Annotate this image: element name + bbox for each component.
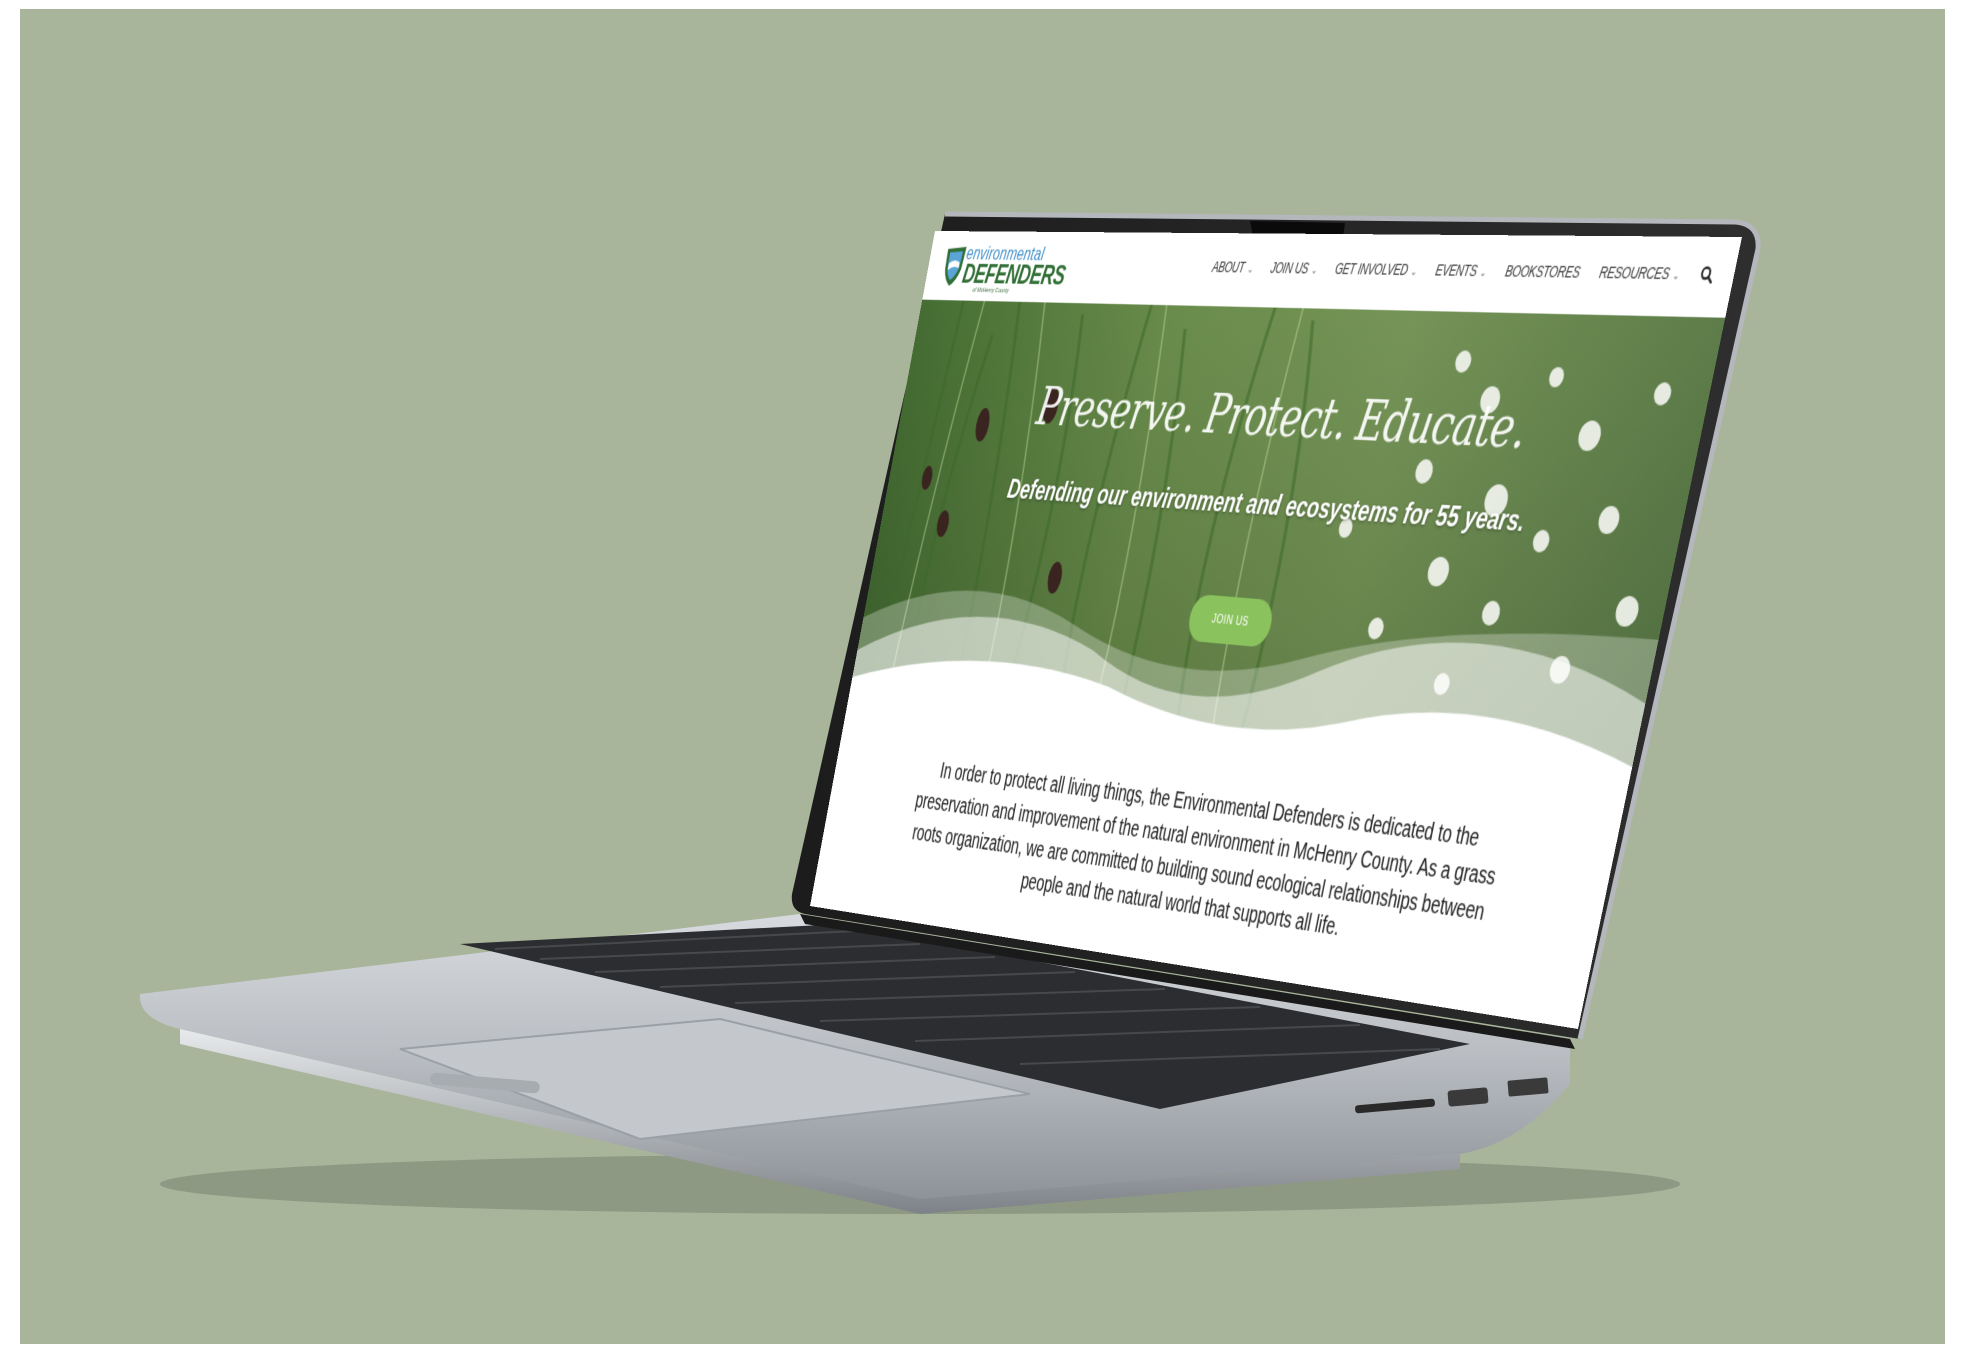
website-screen: environmental DEFENDERS of McHenry Count… — [810, 231, 1742, 1029]
nav-item-get-involved[interactable]: GET INVOLVED⌄ — [1334, 261, 1419, 279]
search-icon[interactable] — [1698, 265, 1715, 283]
logo-text-small: of McHenry County — [971, 287, 1010, 295]
nav-label: GET INVOLVED — [1333, 260, 1410, 279]
chevron-down-icon: ⌄ — [1246, 263, 1255, 275]
hero-section: Preserve. Protect. Educate. Defending ou… — [847, 299, 1726, 793]
chevron-down-icon: ⌄ — [1478, 266, 1488, 279]
nav-item-events[interactable]: EVENTS⌄ — [1434, 262, 1488, 280]
backdrop: environmental DEFENDERS of McHenry Count… — [20, 9, 1945, 1344]
nav-item-join-us[interactable]: JOIN US⌄ — [1269, 260, 1319, 277]
site-logo[interactable]: environmental DEFENDERS of McHenry Count… — [939, 242, 1068, 295]
nav-item-about[interactable]: ABOUT⌄ — [1211, 259, 1255, 276]
chevron-down-icon: ⌄ — [1409, 265, 1419, 278]
chevron-down-icon: ⌄ — [1310, 263, 1319, 276]
nav-label: BOOKSTORES — [1503, 262, 1582, 282]
nav-item-resources[interactable]: RESOURCES⌄ — [1598, 264, 1682, 283]
nav-label: ABOUT — [1210, 259, 1247, 276]
nav-label: EVENTS — [1433, 261, 1479, 280]
nav-label: RESOURCES — [1597, 263, 1672, 283]
nav-item-bookstores[interactable]: BOOKSTORES — [1504, 263, 1582, 282]
join-us-button[interactable]: JOIN US — [1185, 593, 1276, 648]
main-nav: ABOUT⌄ JOIN US⌄ GET INVOLVED⌄ EVENTS⌄ BO… — [1211, 259, 1716, 284]
chevron-down-icon: ⌄ — [1671, 268, 1681, 282]
nav-label: JOIN US — [1269, 259, 1311, 278]
